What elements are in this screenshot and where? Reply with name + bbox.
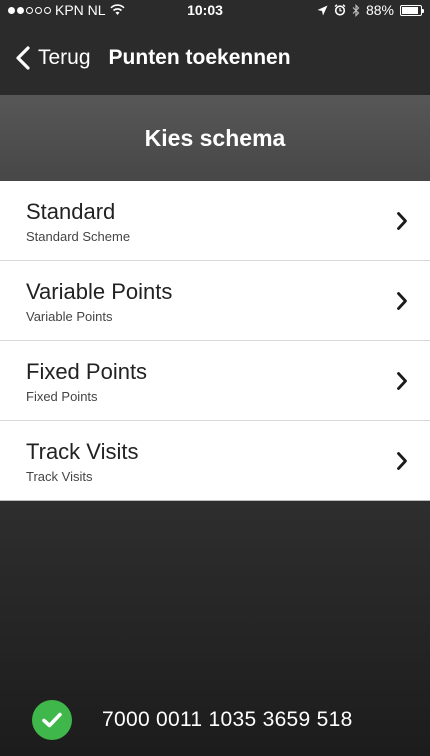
chevron-right-icon (397, 212, 407, 230)
checkmark-icon (42, 712, 62, 728)
status-left: KPN NL (8, 2, 178, 18)
battery-icon (400, 4, 424, 16)
scheme-item-subtitle: Standard Scheme (26, 228, 131, 244)
location-arrow-icon (317, 5, 328, 15)
card-status-row: 7000 0011 1035 3659 518 (32, 700, 353, 740)
signal-dots-icon (8, 6, 51, 14)
scheme-item-title: Variable Points (26, 278, 173, 304)
alarm-icon (334, 4, 346, 16)
scheme-item-title: Track Visits (26, 438, 139, 464)
scheme-item-title: Fixed Points (26, 358, 148, 384)
scheme-item-fixed-points[interactable]: Fixed Points Fixed Points (0, 341, 430, 421)
card-number: 7000 0011 1035 3659 518 (102, 708, 353, 731)
scheme-item-subtitle: Fixed Points (26, 388, 98, 404)
battery-percent: 88% (365, 2, 394, 18)
chevron-right-icon (397, 372, 407, 390)
check-circle-icon (32, 700, 72, 740)
section-header: Kies schema (0, 95, 430, 181)
page-title: Punten toekennen (108, 45, 291, 69)
scheme-item-subtitle: Variable Points (26, 308, 113, 324)
scheme-item-title: Standard (26, 198, 116, 224)
chevron-right-icon (397, 452, 407, 470)
bluetooth-icon (352, 3, 360, 17)
navigation-bar: Terug Punten toekennen (0, 20, 430, 95)
scheme-item-variable-points[interactable]: Variable Points Variable Points (0, 261, 430, 341)
scheme-item-standard[interactable]: Standard Standard Scheme (0, 181, 430, 261)
scheme-item-subtitle: Track Visits (26, 468, 93, 484)
carrier-label: KPN NL (55, 2, 106, 18)
status-time: 10:03 (187, 2, 223, 18)
chevron-right-icon (397, 292, 407, 310)
chevron-left-icon (16, 45, 30, 70)
section-title: Kies schema (144, 124, 286, 151)
back-label: Terug (38, 45, 91, 69)
battery-fill (402, 6, 418, 14)
wifi-icon (110, 4, 125, 15)
status-bar: KPN NL 10:03 88% (0, 0, 430, 20)
back-button[interactable]: Terug (14, 45, 91, 71)
status-right: 88% (252, 2, 424, 18)
scheme-item-track-visits[interactable]: Track Visits Track Visits (0, 421, 430, 501)
scheme-list: Standard Standard Scheme Variable Points… (0, 181, 430, 501)
